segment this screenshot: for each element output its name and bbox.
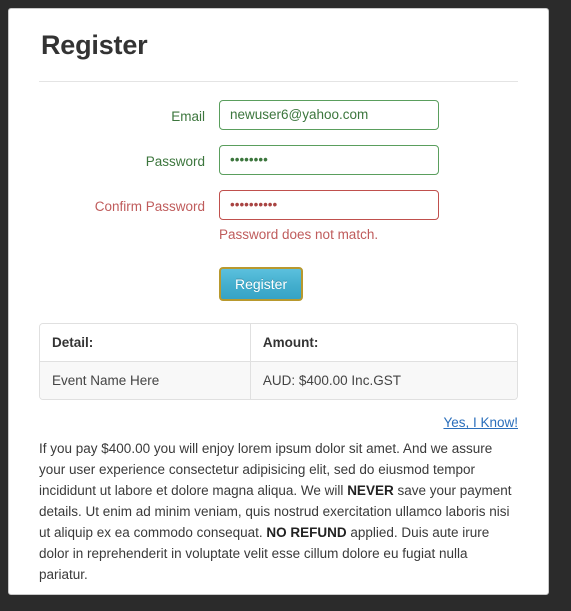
title-divider	[39, 80, 518, 82]
confirm-password-label: Confirm Password	[94, 198, 205, 214]
page-title: Register	[41, 30, 148, 60]
legal-text: If you pay $400.00 you will enjoy lorem …	[39, 439, 518, 585]
confirm-password-input[interactable]	[219, 189, 439, 220]
cell-amount: AUD: $400.00 Inc.GST	[249, 362, 517, 400]
register-card: Register Email Password Confirm Password	[8, 8, 549, 595]
register-button[interactable]: Register	[219, 266, 304, 302]
confirm-password-error: Password does not match.	[219, 226, 379, 242]
submit-spacer	[39, 267, 219, 302]
header-amount: Amount:	[249, 324, 517, 363]
email-field-col	[219, 99, 439, 130]
confirm-password-field-col: Password does not match.	[219, 189, 439, 245]
table-row: Event Name Here AUD: $400.00 Inc.GST	[40, 362, 517, 400]
email-input[interactable]	[219, 99, 439, 130]
confirm-password-row: Confirm Password Password does not match…	[39, 189, 518, 245]
legal-bold-never: NEVER	[347, 483, 394, 499]
submit-row: Register	[39, 266, 518, 302]
email-label: Email	[171, 108, 205, 124]
detail-table-body: Event Name Here AUD: $400.00 Inc.GST	[40, 362, 517, 400]
register-form: Email Password Confirm Password Password…	[39, 99, 518, 302]
detail-table: Detail: Amount: Event Name Here AUD: $40…	[39, 323, 518, 401]
password-row: Password	[39, 144, 518, 175]
table-header-row: Detail: Amount:	[40, 324, 517, 363]
legal-bold-no-refund: NO REFUND	[266, 525, 347, 541]
password-input[interactable]	[219, 144, 439, 175]
cell-detail: Event Name Here	[40, 362, 250, 400]
password-field-col	[219, 144, 439, 175]
detail-table-head: Detail: Amount:	[40, 324, 517, 363]
acknowledge-link-row: Yes, I Know!	[39, 414, 518, 432]
password-label: Password	[145, 153, 205, 169]
email-row: Email	[39, 99, 518, 130]
card-inner: Register Email Password Confirm Password	[9, 9, 548, 586]
header-detail: Detail:	[40, 324, 250, 363]
yes-i-know-link[interactable]: Yes, I Know!	[443, 415, 518, 430]
